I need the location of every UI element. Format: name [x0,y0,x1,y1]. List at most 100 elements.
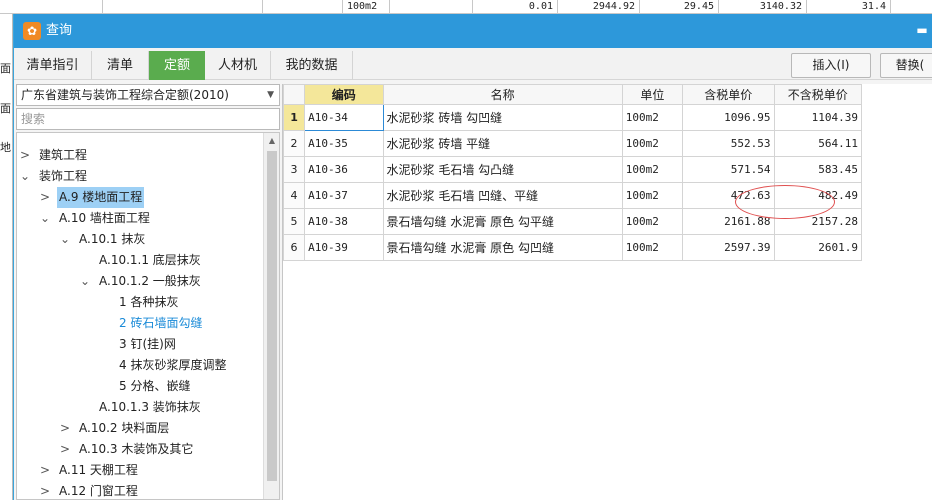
header-name[interactable]: 名称 [382,84,623,105]
row-number[interactable]: 1 [282,104,306,131]
chevron-down-icon[interactable]: ⌄ [79,271,91,292]
chevron-right-icon[interactable]: > [59,439,71,460]
cell-code[interactable]: A10-36 [304,156,384,183]
row-number[interactable]: 6 [282,234,306,261]
header-unit[interactable]: 单位 [621,84,684,105]
table-row[interactable]: 4 A10-37 水泥砂浆 毛石墙 凹缝、平缝 100m2 472.63 482.49 [282,182,863,209]
bg-cell: 地 [0,141,11,154]
tree-node-label: A.10.1 抹灰 [79,232,146,246]
cell-notax-price[interactable]: 2157.28 [773,208,863,235]
row-number[interactable]: 3 [282,156,306,183]
cell-unit[interactable]: 100m2 [621,208,684,235]
cell-tax-price[interactable]: 1096.95 [682,104,775,131]
replace-button[interactable]: 替换( [880,53,932,78]
tab-quota[interactable]: 定额 [149,51,205,80]
quota-table-panel: 编码 名称 单位 含税单价 不含税单价 1 A10-34 水泥砂浆 砖墙 勾凹缝 10… [282,84,932,500]
insert-button[interactable]: 插入(I) [791,53,871,78]
bg-cell: 31.4 [807,0,891,14]
cell-name[interactable]: 水泥砂浆 砖墙 勾凹缝 [382,104,623,131]
cell-code[interactable]: A10-37 [304,182,384,209]
tree-node-label: 建筑工程 [39,148,88,162]
tree-node-label: 装饰工程 [39,169,88,183]
table-row[interactable]: 2 A10-35 水泥砂浆 砖墙 平缝 100m2 552.53 564.11 [282,130,863,157]
screen: 100m2 0.01 2944.92 29.45 3140.32 31.4 面 … [0,0,932,500]
row-number[interactable]: 2 [282,130,306,157]
cell-name[interactable]: 景石墙勾缝 水泥膏 原色 勾平缝 [382,208,623,235]
tree-node-label: A.9 楼地面工程 [57,187,145,208]
row-number[interactable]: 5 [282,208,306,235]
tree-node-label: A.10.1.2 一般抹灰 [99,274,201,288]
row-number[interactable]: 4 [282,182,306,209]
bg-cell: 面 [0,62,11,75]
tab-labor-material[interactable]: 人材机 [205,51,271,80]
table-row[interactable]: 1 A10-34 水泥砂浆 砖墙 勾凹缝 100m2 1096.95 1104.39 [282,104,863,131]
bg-cell: 29.45 [640,0,719,14]
cell-unit[interactable]: 100m2 [621,182,684,209]
bg-cell: 0.01 [473,0,558,14]
scroll-up-icon[interactable]: ▲ [264,133,279,148]
tree-node-label: A.10.1.3 装饰抹灰 [99,400,201,414]
chevron-right-icon[interactable]: > [59,418,71,439]
cell-unit[interactable]: 100m2 [621,104,684,131]
tab-bill-guide[interactable]: 清单指引 [14,51,92,80]
cell-unit[interactable]: 100m2 [621,156,684,183]
cell-tax-price[interactable]: 472.63 [682,182,775,209]
tree-node-label: A.12 门窗工程 [59,484,138,498]
scroll-thumb[interactable] [267,151,277,481]
cell-notax-price[interactable]: 1104.39 [773,104,863,131]
chevron-right-icon[interactable]: > [19,145,31,166]
bg-cell [390,0,473,14]
bg-cell: 2944.92 [558,0,640,14]
chevron-right-icon[interactable]: > [39,187,51,208]
bg-cell: 面 [0,102,11,115]
cell-code[interactable]: A10-34 [304,104,384,131]
chevron-down-icon[interactable]: ⌄ [39,208,51,229]
cell-name[interactable]: 水泥砂浆 毛石墙 勾凸缝 [382,156,623,183]
cell-tax-price[interactable]: 552.53 [682,130,775,157]
chevron-down-icon[interactable]: ⌄ [19,166,31,187]
tab-bill[interactable]: 清单 [92,51,149,80]
table-row[interactable]: 3 A10-36 水泥砂浆 毛石墙 勾凸缝 100m2 571.54 583.45 [282,156,863,183]
table-row[interactable]: 5 A10-38 景石墙勾缝 水泥膏 原色 勾平缝 100m2 2161.88 2157.… [282,208,863,235]
cell-tax-price[interactable]: 2597.39 [682,234,775,261]
cell-name[interactable]: 水泥砂浆 毛石墙 凹缝、平缝 [382,182,623,209]
cell-code[interactable]: A10-35 [304,130,384,157]
cell-code[interactable]: A10-39 [304,234,384,261]
background-spreadsheet-row: 100m2 0.01 2944.92 29.45 3140.32 31.4 [0,0,932,14]
cell-name[interactable]: 水泥砂浆 砖墙 平缝 [382,130,623,157]
search-input[interactable]: 搜索 [16,108,280,130]
chevron-down-icon: ▼ [267,90,274,100]
bg-cell: 100m2 [343,0,390,14]
dialog-titlebar[interactable]: ✿ 查询 ▬ [14,14,932,48]
header-code[interactable]: 编码 [304,84,384,105]
cell-name[interactable]: 景石墙勾缝 水泥膏 原色 勾凹缝 [382,234,623,261]
header-notax-price[interactable]: 不含税单价 [773,84,863,105]
quota-tree: >A.13 油漆工程>A.12 门窗工程>A.11 天棚工程>A.10.3 木装… [16,132,280,500]
chevron-right-icon[interactable]: > [39,481,51,499]
cell-notax-price[interactable]: 583.45 [773,156,863,183]
tree-node-label: 4 抹灰砂浆厚度调整 [119,358,227,372]
header-row-number [282,84,306,105]
tree-scrollbar[interactable]: ▲ [263,133,279,499]
quota-table: 编码 名称 单位 含税单价 不含税单价 1 A10-34 水泥砂浆 砖墙 勾凹缝 10… [282,84,863,261]
tree-node-label: A.10.2 块料面层 [79,421,170,435]
tree-node-label: 3 钉(挂)网 [119,337,176,351]
minimize-icon[interactable]: ▬ [915,23,929,37]
chevron-right-icon[interactable]: > [39,460,51,481]
header-tax-price[interactable]: 含税单价 [682,84,775,105]
quota-library-value: 广东省建筑与装饰工程综合定额(2010) [21,88,229,102]
tree-node-label: A.10.3 木装饰及其它 [79,442,194,456]
cell-notax-price[interactable]: 2601.9 [773,234,863,261]
cell-tax-price[interactable]: 571.54 [682,156,775,183]
chevron-down-icon[interactable]: ⌄ [59,229,71,250]
tab-my-data[interactable]: 我的数据 [271,51,353,80]
cell-notax-price[interactable]: 564.11 [773,130,863,157]
cell-code[interactable]: A10-38 [304,208,384,235]
table-row[interactable]: 6 A10-39 景石墙勾缝 水泥膏 原色 勾凹缝 100m2 2597.39 2601.… [282,234,863,261]
cell-notax-price[interactable]: 482.49 [773,182,863,209]
cell-unit[interactable]: 100m2 [621,234,684,261]
cell-tax-price[interactable]: 2161.88 [682,208,775,235]
quota-library-select[interactable]: 广东省建筑与装饰工程综合定额(2010) ▼ [16,84,280,106]
tree-node-label: A.10.1.1 底层抹灰 [99,253,201,267]
cell-unit[interactable]: 100m2 [621,130,684,157]
